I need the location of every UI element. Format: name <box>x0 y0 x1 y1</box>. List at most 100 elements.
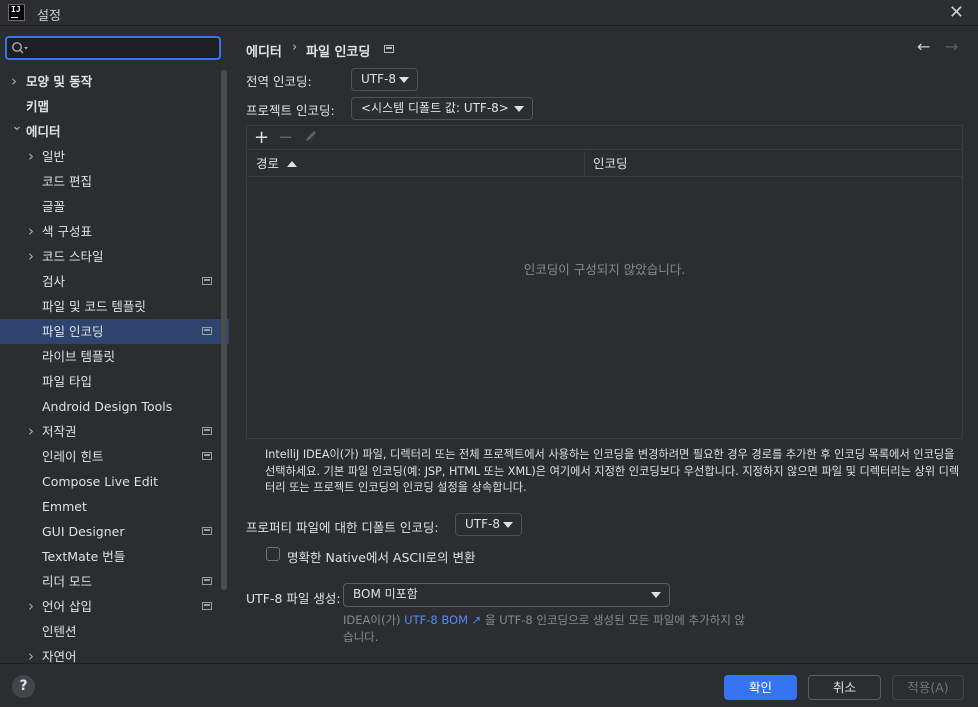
utf8-bom-select[interactable]: BOM 미포함 <box>343 583 670 607</box>
window-title: 설정 <box>37 9 61 24</box>
sidebar-item-label: 코드 편집 <box>42 174 92 189</box>
sidebar-item-label: 파일 및 코드 템플릿 <box>42 299 146 314</box>
sidebar-item-label: 코드 스타일 <box>42 249 104 264</box>
sort-ascending-icon <box>287 161 298 167</box>
project-scope-icon <box>202 452 212 460</box>
sidebar-item-8[interactable]: 검사 <box>0 269 220 294</box>
sidebar-item-15[interactable]: 인레이 힌트 <box>0 444 220 469</box>
sidebar-scrollbar[interactable] <box>221 70 227 590</box>
sidebar-item-18[interactable]: GUI Designer <box>0 519 220 544</box>
project-encoding-select[interactable]: <시스템 디폴트 값: UTF-8> <box>351 97 533 120</box>
chevron-right-icon[interactable]: › <box>28 419 34 444</box>
settings-tree: › 모양 및 동작 키맵 ⌄ 에디터 › 일반 코드 편집 글꼴 › 색 구성표 › 코드 스타일 검사 파… <box>0 69 229 663</box>
project-scope-icon <box>384 45 394 53</box>
chevron-right-icon[interactable]: › <box>28 644 34 663</box>
sidebar-item-label: TextMate 번들 <box>42 549 126 564</box>
chevron-right-icon[interactable]: › <box>11 69 17 94</box>
dialog-footer: ? 확인 취소 적용(A) <box>0 663 978 707</box>
ok-button[interactable]: 확인 <box>724 675 797 700</box>
properties-encoding-label: 프로퍼티 파일에 대한 디폴트 인코딩: <box>246 520 439 535</box>
sidebar-item-0[interactable]: › 모양 및 동작 <box>0 69 220 94</box>
sidebar-item-19[interactable]: TextMate 번들 <box>0 544 220 569</box>
sidebar-item-label: Android Design Tools <box>42 399 173 414</box>
title-bar: IJ 설정 ✕ <box>0 0 978 26</box>
help-button[interactable]: ? <box>12 675 35 698</box>
sidebar-item-label: 언어 삽입 <box>42 599 92 614</box>
sidebar-item-label: 파일 타입 <box>42 374 92 389</box>
sidebar-item-2[interactable]: ⌄ 에디터 <box>0 118 220 144</box>
sidebar-item-label: 리더 모드 <box>42 574 92 589</box>
chevron-down-icon <box>651 592 661 598</box>
global-encoding-value: UTF-8 <box>361 72 396 86</box>
project-scope-icon <box>202 277 212 285</box>
add-icon[interactable]: + <box>254 127 269 148</box>
project-scope-icon <box>202 427 212 435</box>
back-arrow-icon[interactable]: ← <box>917 37 930 56</box>
breadcrumb-parent[interactable]: 에디터 <box>246 41 282 60</box>
project-encoding-value: <시스템 디폴트 값: UTF-8> <box>361 101 509 115</box>
sidebar-item-6[interactable]: › 색 구성표 <box>0 219 220 244</box>
sidebar-item-label: 저작권 <box>42 424 77 439</box>
sidebar-item-label: 라이브 템플릿 <box>42 349 115 364</box>
sidebar-item-label: Emmet <box>42 499 87 514</box>
sidebar-item-17[interactable]: Emmet <box>0 494 220 519</box>
properties-encoding-value: UTF-8 <box>465 517 500 531</box>
chevron-down-icon <box>399 77 409 83</box>
sidebar-item-23[interactable]: › 자연어 <box>0 644 220 663</box>
utf8-bom-value: BOM 미포함 <box>353 587 418 601</box>
sidebar-item-label: 글꼴 <box>42 199 66 214</box>
sidebar-item-22[interactable]: 인텐션 <box>0 619 220 644</box>
remove-icon: − <box>278 127 294 148</box>
sidebar-item-1[interactable]: 키맵 <box>0 94 220 119</box>
table-header: 경로 인코딩 <box>247 151 962 177</box>
column-header-encoding[interactable]: 인코딩 <box>593 151 628 177</box>
cancel-button[interactable]: 취소 <box>808 675 881 700</box>
utf8-bom-label: UTF-8 파일 생성: <box>246 591 341 606</box>
sidebar-item-4[interactable]: 코드 편집 <box>0 169 220 194</box>
sidebar-item-21[interactable]: › 언어 삽입 <box>0 594 220 619</box>
sidebar-item-10[interactable]: 파일 인코딩 <box>0 319 229 344</box>
edit-pencil-icon <box>306 131 316 141</box>
utf8-bom-link[interactable]: UTF-8 BOM ↗ <box>404 613 481 627</box>
breadcrumb-separator: › <box>292 40 298 55</box>
chevron-right-icon[interactable]: › <box>28 244 34 269</box>
sidebar-item-label: 파일 인코딩 <box>42 324 104 339</box>
global-encoding-select[interactable]: UTF-8 <box>351 68 418 91</box>
table-empty-text: 인코딩이 구성되지 않았습니다. <box>523 262 686 277</box>
sidebar-item-label: 모양 및 동작 <box>26 74 93 89</box>
sidebar-item-label: 검사 <box>42 274 66 289</box>
column-header-path[interactable]: 경로 <box>256 151 298 177</box>
native-ascii-checkbox[interactable] <box>266 547 280 561</box>
chevron-down-icon[interactable]: ⌄ <box>11 114 23 139</box>
sidebar-item-13[interactable]: Android Design Tools <box>0 394 220 419</box>
forward-arrow-icon: → <box>945 37 959 56</box>
native-ascii-label[interactable]: 명확한 Native에서 ASCII로의 변환 <box>287 547 475 566</box>
search-input[interactable] <box>5 36 221 60</box>
bom-hint: IDEA이(가) UTF-8 BOM ↗ 을 UTF-8 인코딩으로 생성된 모… <box>343 612 753 646</box>
sidebar-item-12[interactable]: 파일 타입 <box>0 369 220 394</box>
chevron-right-icon[interactable]: › <box>28 144 34 169</box>
chevron-right-icon[interactable]: › <box>28 594 34 619</box>
sidebar-item-11[interactable]: 라이브 템플릿 <box>0 344 220 369</box>
table-toolbar: + − <box>247 126 962 150</box>
apply-button[interactable]: 적용(A) <box>892 675 964 700</box>
project-encoding-label: 프로젝트 인코딩: <box>246 103 335 118</box>
settings-content: 에디터 › 파일 인코딩 ← → 전역 인코딩: UTF-8 프로젝트 인코딩:… <box>229 27 978 663</box>
sidebar-item-16[interactable]: Compose Live Edit <box>0 469 220 494</box>
project-scope-icon <box>202 577 212 585</box>
sidebar-item-3[interactable]: › 일반 <box>0 144 220 169</box>
chevron-down-icon <box>514 106 524 112</box>
column-divider[interactable] <box>584 151 585 177</box>
sidebar-item-5[interactable]: 글꼴 <box>0 194 220 219</box>
sidebar-item-7[interactable]: › 코드 스타일 <box>0 244 220 269</box>
bom-hint-prefix: IDEA이(가) <box>343 613 405 627</box>
sidebar-item-20[interactable]: 리더 모드 <box>0 569 220 594</box>
close-icon[interactable]: ✕ <box>949 2 964 23</box>
sidebar-item-label: 일반 <box>42 149 66 164</box>
chevron-down-icon <box>503 522 513 528</box>
sidebar-item-9[interactable]: 파일 및 코드 템플릿 <box>0 294 220 319</box>
chevron-right-icon[interactable]: › <box>28 219 34 244</box>
properties-encoding-select[interactable]: UTF-8 <box>455 513 522 536</box>
intellij-app-icon: IJ <box>8 4 25 21</box>
sidebar-item-14[interactable]: › 저작권 <box>0 419 220 444</box>
